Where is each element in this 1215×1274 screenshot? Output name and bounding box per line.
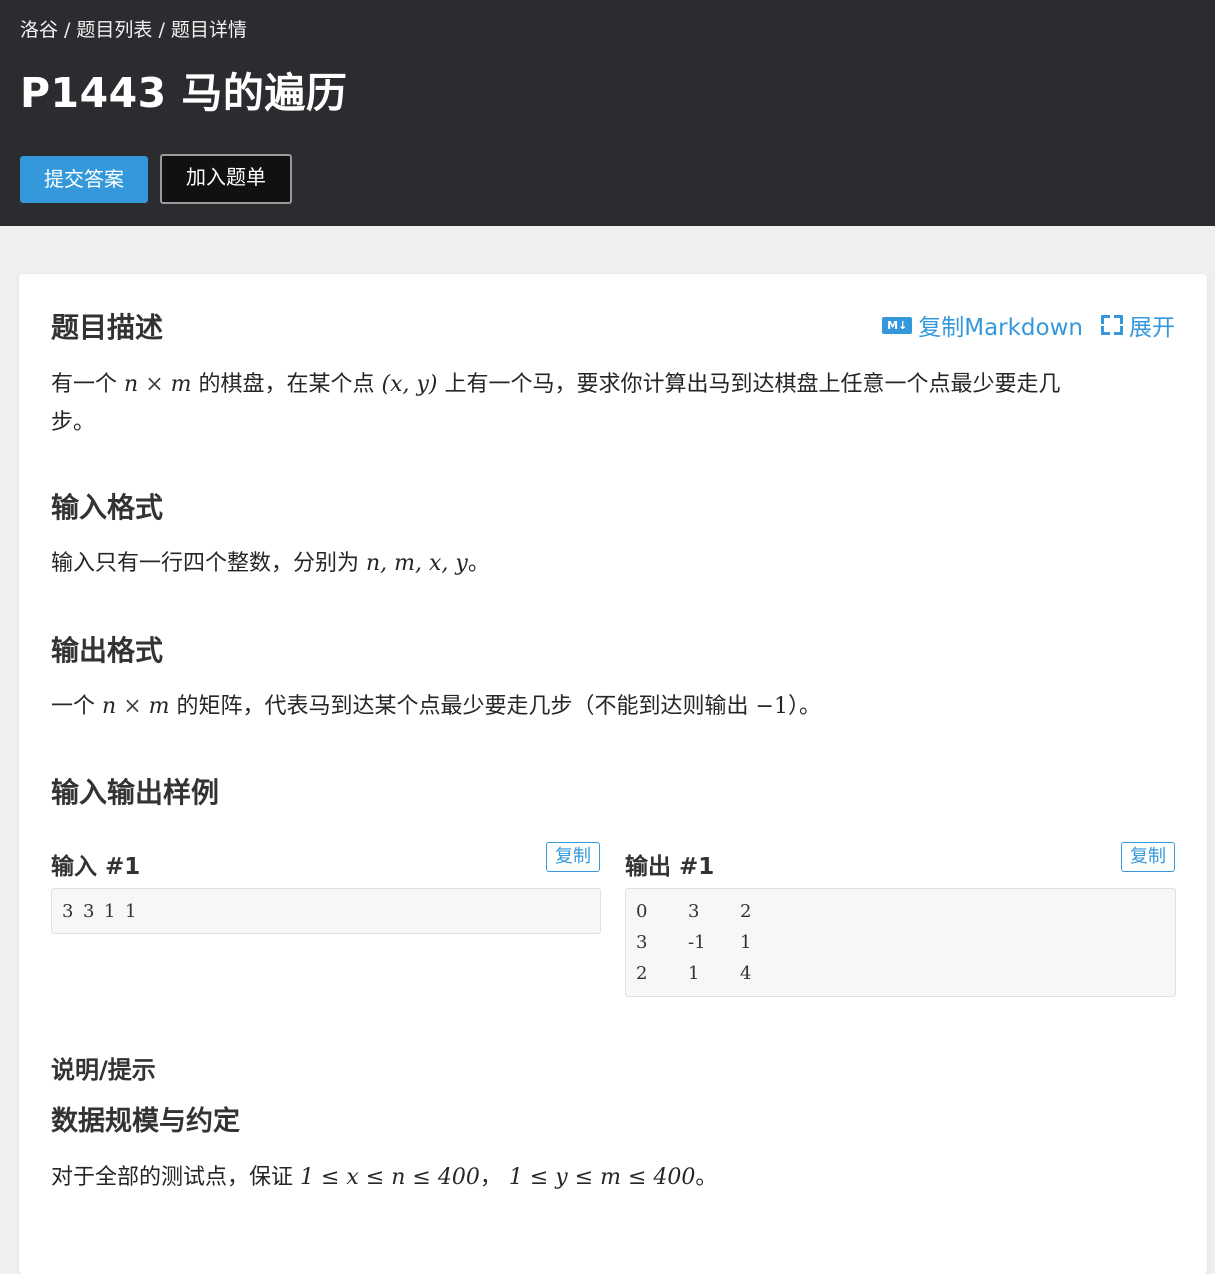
description-text: 有一个 n × m 的棋盘，在某个点 (x, y) 上有一个马，要求你计算出马到…: [51, 372, 1061, 435]
sample-output-label: 输出 #1: [625, 854, 715, 880]
data-scale-text: 对于全部的测试点，保证 1 ≤ x ≤ n ≤ 400， 1 ≤ y ≤ m ≤…: [51, 1165, 718, 1190]
data-scale-heading: 数据规模与约定: [51, 1106, 240, 1137]
copy-markdown-button[interactable]: M↓ 复制Markdown: [882, 308, 1083, 342]
problem-content-card: M↓ 复制Markdown 展开 题目描述 有一个 n × m 的棋盘，在某个点…: [19, 274, 1207, 1274]
problem-header: 洛谷 / 题目列表 / 题目详情 P1443 马的遍历 提交答案 加入题单: [0, 0, 1215, 226]
output-format-text: 一个 n × m 的矩阵，代表马到达某个点最少要走几步（不能到达则输出 −1）。: [51, 694, 821, 719]
submit-answer-button[interactable]: 提交答案: [20, 156, 148, 203]
copy-sample-input-button[interactable]: 复制: [546, 842, 600, 872]
input-format-heading: 输入格式: [51, 491, 164, 524]
math-condition-x: 1 ≤ x ≤ n ≤ 400: [300, 1165, 480, 1190]
sample-input-box: 3311: [51, 888, 601, 934]
output-format-heading: 输出格式: [51, 634, 164, 667]
breadcrumb-home-link[interactable]: 洛谷: [20, 19, 58, 41]
math-n-times-m: n × m: [124, 372, 192, 397]
breadcrumb-problem-list-link[interactable]: 题目列表: [76, 19, 152, 41]
description-heading: 题目描述: [51, 311, 164, 344]
markdown-icon: M↓: [882, 316, 913, 334]
expand-icon: [1101, 315, 1123, 335]
breadcrumb-separator: /: [64, 19, 71, 41]
hint-heading: 说明/提示: [51, 1056, 156, 1084]
sample-input-label: 输入 #1: [51, 854, 141, 880]
expand-label: 展开: [1129, 315, 1175, 341]
sample-input-row: 3311: [62, 901, 137, 922]
samples-heading: 输入输出样例: [51, 776, 220, 809]
action-bar: 提交答案 加入题单: [20, 154, 1195, 204]
sample-output-box: 032 3 -1 1 214: [625, 888, 1176, 997]
math-vars: n, m, x, y: [366, 551, 468, 576]
breadcrumb-current: 题目详情: [170, 19, 247, 41]
page-title: P1443 马的遍历: [20, 69, 348, 117]
sample-output-row: 032: [636, 901, 752, 922]
math-neg-one: −1: [755, 694, 788, 719]
add-to-problem-list-button[interactable]: 加入题单: [160, 154, 292, 204]
content-toolbar: M↓ 复制Markdown 展开: [882, 308, 1175, 342]
input-format-text: 输入只有一行四个整数，分别为 n, m, x, y。: [51, 551, 490, 576]
breadcrumb-separator: /: [158, 19, 165, 41]
breadcrumb: 洛谷 / 题目列表 / 题目详情: [20, 18, 1195, 42]
sample-output-row: 3 -1 1: [636, 932, 752, 953]
copy-markdown-label: 复制Markdown: [918, 315, 1083, 341]
expand-button[interactable]: 展开: [1101, 308, 1175, 342]
math-point: (x, y): [381, 372, 438, 397]
sample-output-row: 214: [636, 963, 752, 984]
copy-sample-output-button[interactable]: 复制: [1121, 842, 1175, 872]
math-condition-y: 1 ≤ y ≤ m ≤ 400: [508, 1165, 696, 1190]
math-n-times-m: n × m: [102, 694, 170, 719]
